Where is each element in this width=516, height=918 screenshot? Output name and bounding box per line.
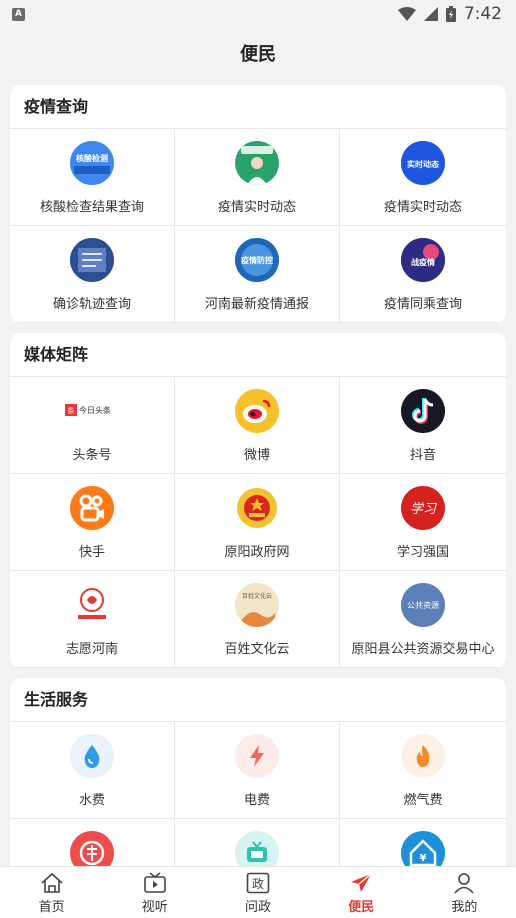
media-yuanyang-gov[interactable]: 原阳政府网 — [175, 474, 340, 571]
status-bar: A 7:42 — [0, 0, 516, 28]
realtime-update-icon: 实时动态 — [401, 141, 445, 185]
media-culture-cloud[interactable]: 百姓文化云 百姓文化云 — [175, 571, 340, 668]
media-public-resource-center[interactable]: 公共资源 原阳县公共资源交易中心 — [340, 571, 506, 668]
section-title: 生活服务 — [10, 678, 506, 722]
signal-icon — [423, 7, 438, 21]
service-gas-bill[interactable]: 燃气费 — [340, 722, 506, 819]
nucleic-test-icon: 核酸检测 — [70, 141, 114, 185]
service-nucleic-test[interactable]: 核酸检测 核酸检查结果查询 — [10, 129, 175, 226]
app-notification-icon: A — [12, 7, 25, 21]
wifi-icon — [397, 7, 416, 21]
status-time: 7:42 — [463, 4, 502, 24]
paper-plane-icon — [348, 871, 374, 895]
lightning-icon — [235, 734, 279, 778]
weibo-icon — [235, 389, 279, 433]
xuexi-icon: 学习 — [401, 486, 445, 530]
page-header: 便民 — [0, 28, 516, 78]
person-icon — [451, 871, 477, 895]
svg-text:今日头条: 今日头条 — [79, 405, 111, 415]
svg-text:公共资源: 公共资源 — [407, 600, 439, 610]
service-electricity-bill[interactable]: 电费 — [175, 722, 340, 819]
kuaishou-icon — [70, 486, 114, 530]
culture-cloud-icon: 百姓文化云 — [235, 583, 279, 627]
svg-text:核酸检测: 核酸检测 — [76, 153, 108, 163]
co-passenger-icon: 战疫情 — [401, 238, 445, 282]
section-title: 媒体矩阵 — [10, 333, 506, 377]
service-henan-bulletin[interactable]: 疫情防控 河南最新疫情通报 — [175, 226, 340, 323]
svg-text:政: 政 — [252, 877, 264, 891]
epidemic-bulletin-icon: 疫情防控 — [235, 238, 279, 282]
zheng-icon: 政 — [245, 871, 271, 895]
page-title: 便民 — [240, 44, 276, 65]
service-co-passenger-query[interactable]: 战疫情 疫情同乘查询 — [340, 226, 506, 323]
service-epidemic-realtime-1[interactable]: 疫情实时动态 — [175, 129, 340, 226]
svg-text:实时动态: 实时动态 — [407, 159, 439, 169]
tab-home[interactable]: 首页 — [0, 867, 103, 918]
toutiao-icon: 条今日头条 — [65, 389, 119, 433]
section-title: 疫情查询 — [10, 85, 506, 129]
flame-icon — [401, 734, 445, 778]
volunteer-icon — [70, 583, 114, 627]
main-content: 疫情查询 核酸检测 核酸检查结果查询 疫情实时动态 实时动态 疫情实时动态 确诊… — [10, 85, 506, 918]
trajectory-icon — [70, 238, 114, 282]
svg-text:疫情防控: 疫情防控 — [241, 255, 273, 265]
service-epidemic-realtime-2[interactable]: 实时动态 疫情实时动态 — [340, 129, 506, 226]
tab-convenience[interactable]: 便民 — [310, 867, 413, 918]
media-volunteer-henan[interactable]: 志愿河南 — [10, 571, 175, 668]
media-weibo[interactable]: 微博 — [175, 377, 340, 474]
media-kuaishou[interactable]: 快手 — [10, 474, 175, 571]
water-drop-icon — [70, 734, 114, 778]
public-resource-icon: 公共资源 — [401, 583, 445, 627]
service-trajectory-query[interactable]: 确诊轨迹查询 — [10, 226, 175, 323]
svg-text:¥: ¥ — [420, 853, 427, 864]
home-icon — [39, 871, 65, 895]
media-douyin[interactable]: 抖音 — [340, 377, 506, 474]
tab-inquiry[interactable]: 政 问政 — [206, 867, 309, 918]
doctor-icon — [235, 141, 279, 185]
government-emblem-icon — [235, 486, 279, 530]
section-media-matrix: 媒体矩阵 条今日头条 头条号 微博 抖音 快手 原阳政府网 学习 学习强国 志愿… — [10, 333, 506, 668]
svg-text:百姓文化云: 百姓文化云 — [242, 592, 272, 600]
douyin-icon — [401, 389, 445, 433]
battery-icon — [445, 6, 456, 22]
section-epidemic-query: 疫情查询 核酸检测 核酸检查结果查询 疫情实时动态 实时动态 疫情实时动态 确诊… — [10, 85, 506, 323]
service-water-bill[interactable]: 水费 — [10, 722, 175, 819]
svg-text:条: 条 — [68, 406, 75, 415]
svg-text:战疫情: 战疫情 — [411, 257, 435, 267]
tab-video[interactable]: 视听 — [103, 867, 206, 918]
tab-profile[interactable]: 我的 — [413, 867, 516, 918]
svg-text:学习: 学习 — [410, 501, 438, 517]
media-xuexi-qiangguo[interactable]: 学习 学习强国 — [340, 474, 506, 571]
video-icon — [142, 871, 168, 895]
media-toutiao[interactable]: 条今日头条 头条号 — [10, 377, 175, 474]
bottom-tab-bar: 首页 视听 政 问政 便民 我的 — [0, 866, 516, 918]
